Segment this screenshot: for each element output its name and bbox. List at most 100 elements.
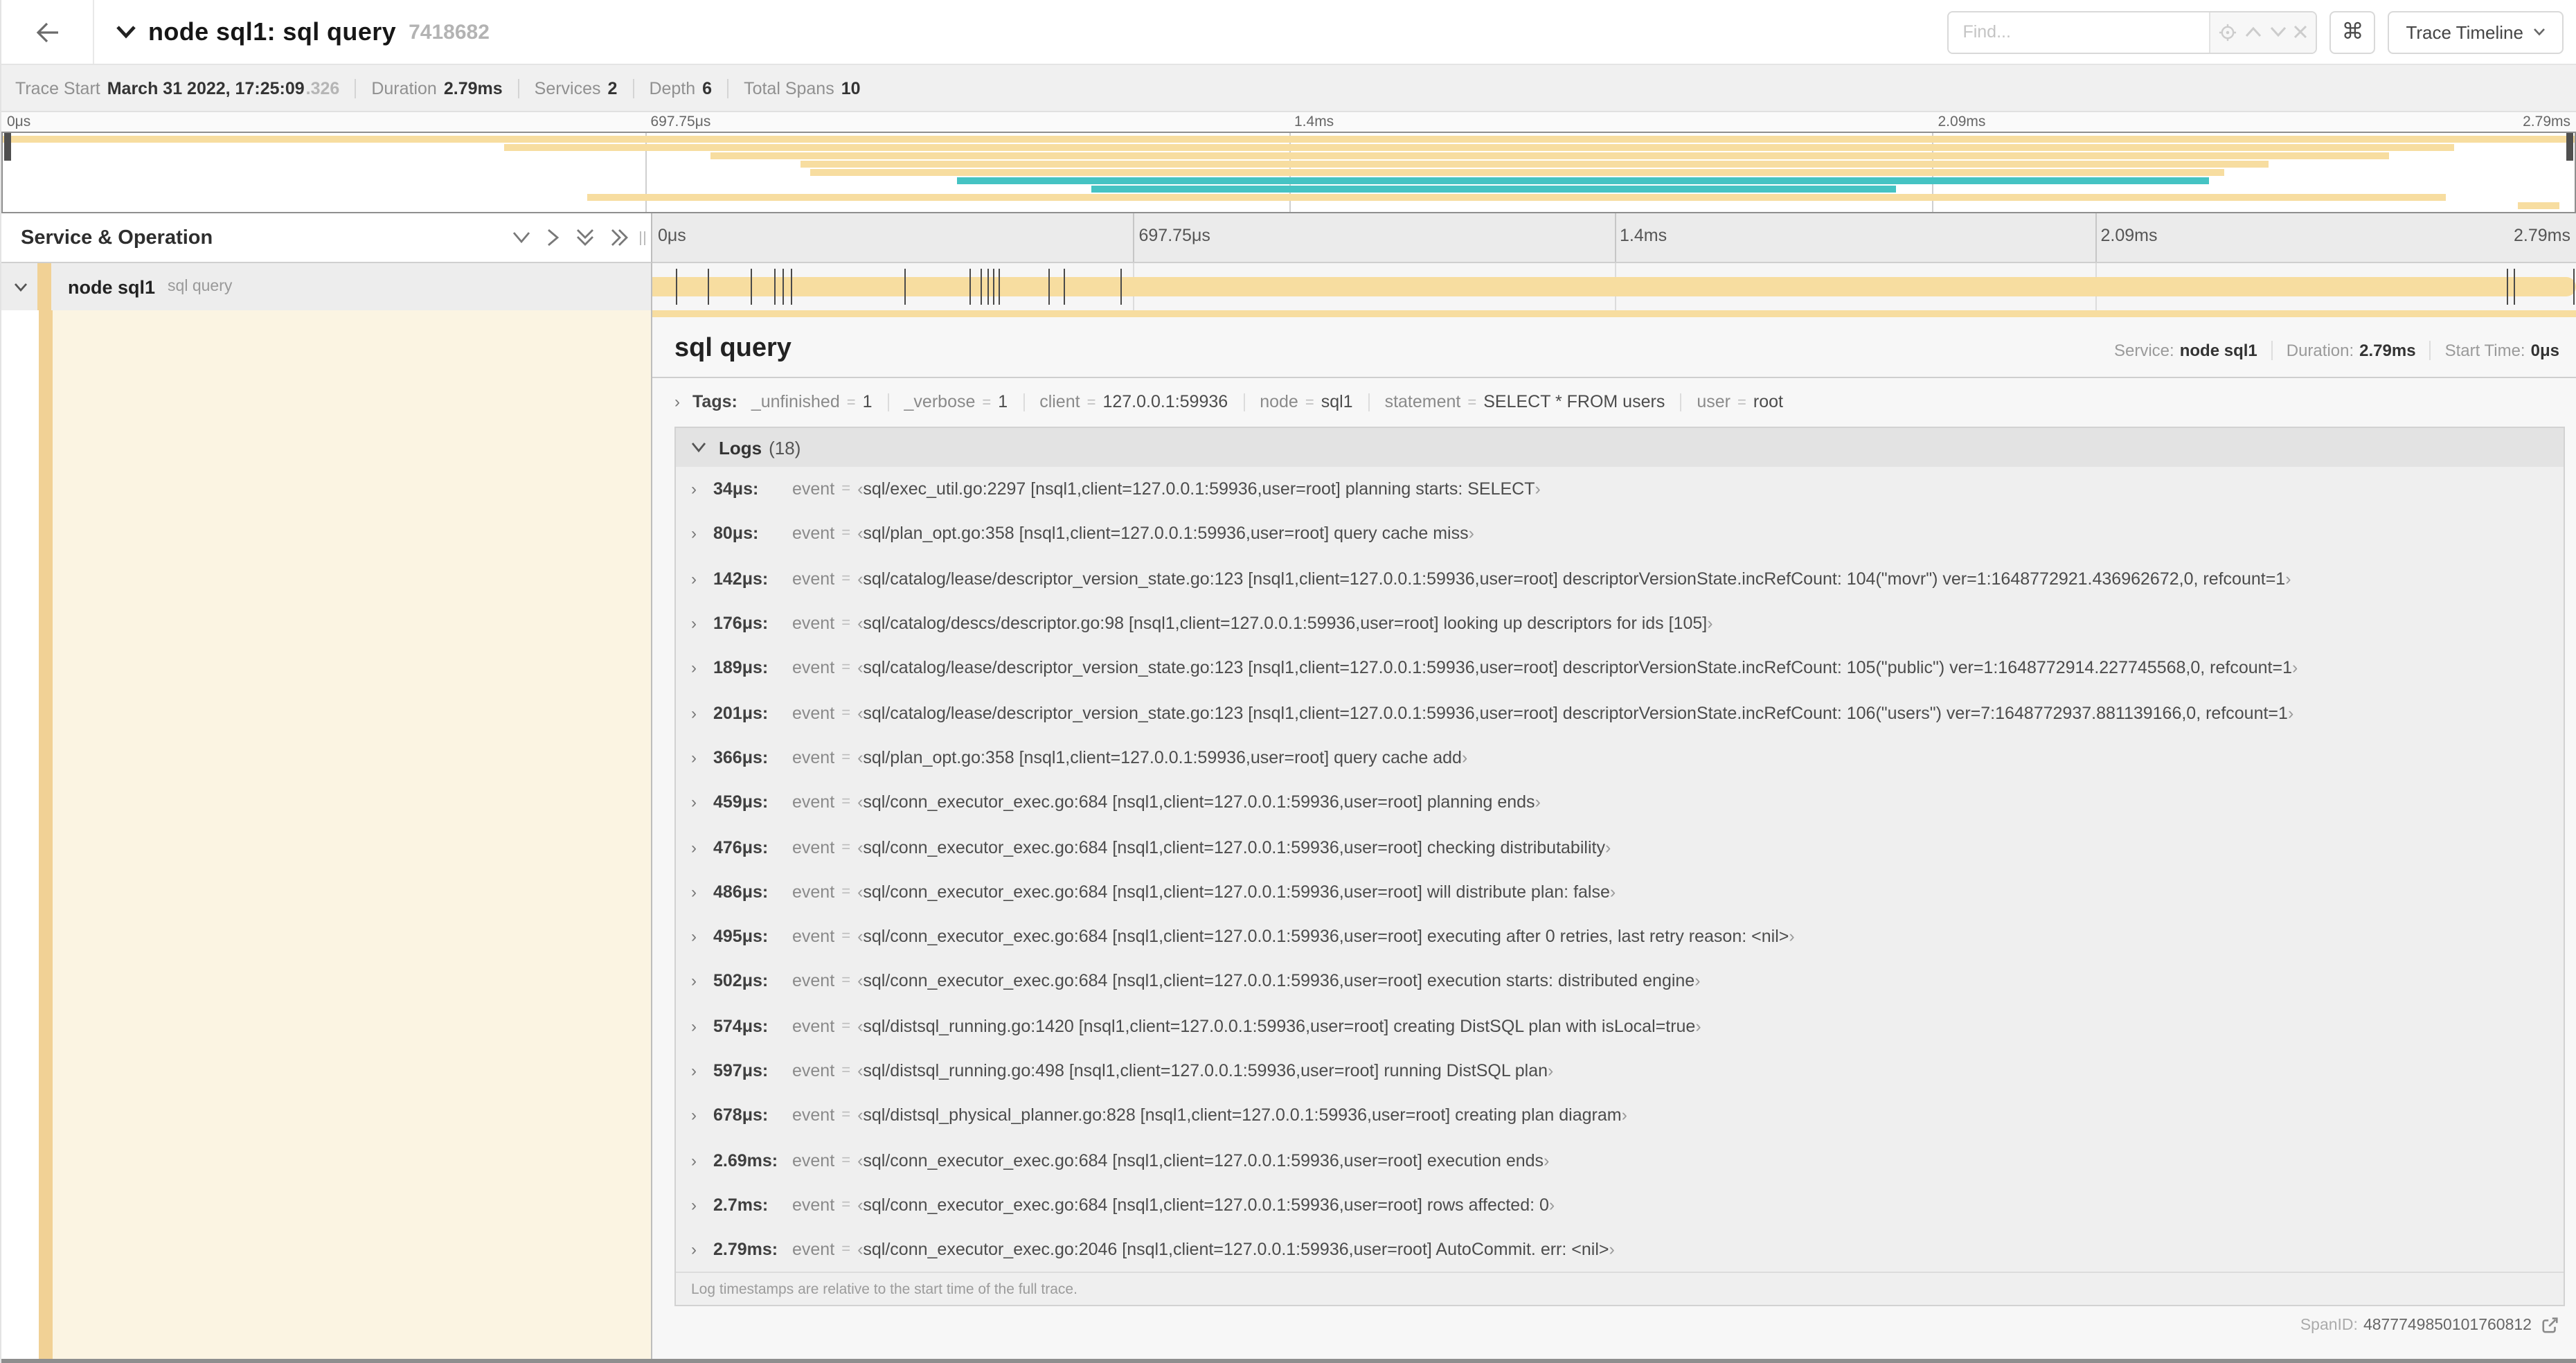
info-value: 10 bbox=[841, 78, 861, 98]
log-row[interactable]: › 80μs: event = ‹sql/plan_opt.go:358 [nsql1,… bbox=[676, 512, 2564, 557]
span-collapse-chevron-icon[interactable] bbox=[14, 282, 28, 292]
expand-caret-icon[interactable]: › bbox=[691, 1061, 713, 1080]
minimap-canvas[interactable] bbox=[1, 132, 2576, 213]
log-row[interactable]: › 597μs: event = ‹sql/distsql_running.go:498… bbox=[676, 1049, 2564, 1094]
find-input[interactable] bbox=[1949, 12, 2210, 52]
log-row[interactable]: › 2.69ms: event = ‹sql/conn_executor_exec.go… bbox=[676, 1138, 2564, 1183]
expand-all-icon[interactable] bbox=[611, 229, 629, 247]
separator bbox=[1680, 393, 1682, 411]
log-timestamp: 34μs: bbox=[713, 479, 759, 499]
log-field-key: event bbox=[792, 971, 835, 991]
expand-caret-icon[interactable]: › bbox=[691, 1016, 713, 1035]
span-id-label: SpanID: bbox=[2300, 1317, 2358, 1334]
column-splitter[interactable] bbox=[640, 231, 645, 245]
log-row[interactable]: › 176μs: event = ‹sql/catalog/descs/descript… bbox=[676, 601, 2564, 646]
log-row[interactable]: › 189μs: event = ‹sql/catalog/lease/descript… bbox=[676, 645, 2564, 691]
equals-sign: = bbox=[841, 928, 851, 945]
log-field-key: event bbox=[792, 1150, 835, 1170]
log-row[interactable]: › 678μs: event = ‹sql/distsql_physical_plann… bbox=[676, 1093, 2564, 1138]
expand-caret-icon[interactable]: › bbox=[691, 659, 713, 678]
log-field-value: ‹sql/exec_util.go:2297 [nsql1,client=127… bbox=[857, 479, 1541, 499]
expand-caret-icon[interactable]: › bbox=[691, 1240, 713, 1259]
open-quote: ‹ bbox=[857, 792, 864, 812]
minimap-bars bbox=[3, 133, 2575, 212]
info-label: Total Spans bbox=[744, 78, 834, 98]
tags-items: _unfinished = 1 _verbose = 1 client = 127.0.0.1:… bbox=[751, 392, 1783, 411]
trace-collapse-chevron-icon[interactable] bbox=[116, 25, 136, 39]
open-quote: ‹ bbox=[857, 1195, 864, 1215]
trace-info-item: Trace Start March 31 2022, 17:25:09.326 bbox=[15, 78, 339, 98]
expand-caret-icon[interactable]: › bbox=[691, 524, 713, 544]
find-next-icon[interactable] bbox=[2269, 26, 2286, 37]
log-field-key: event bbox=[792, 614, 835, 634]
meta-label: Start Time: bbox=[2444, 341, 2525, 360]
trace-id: 7418682 bbox=[409, 20, 490, 44]
expand-caret-icon[interactable]: › bbox=[691, 569, 713, 588]
log-field-value: ‹sql/plan_opt.go:358 [nsql1,client=127.0… bbox=[857, 524, 1474, 544]
equals-sign: = bbox=[841, 525, 851, 542]
log-row[interactable]: › 502μs: event = ‹sql/conn_executor_exec.go:… bbox=[676, 959, 2564, 1004]
minimap-span-bar bbox=[504, 143, 2454, 152]
tags-expand-caret-icon[interactable]: › bbox=[674, 392, 680, 411]
minimap-right-drag-handle[interactable] bbox=[2566, 133, 2573, 161]
expand-one-icon[interactable] bbox=[547, 229, 560, 247]
minimap-left-drag-handle[interactable] bbox=[4, 133, 11, 161]
span-id-value: 4877749850101760812 bbox=[2363, 1317, 2532, 1334]
log-row[interactable]: › 476μs: event = ‹sql/conn_executor_exec.go:… bbox=[676, 825, 2564, 870]
log-row[interactable]: › 2.7ms: event = ‹sql/conn_executor_exec.go:… bbox=[676, 1183, 2564, 1228]
expand-caret-icon[interactable]: › bbox=[691, 837, 713, 857]
log-row[interactable]: › 2.79ms: event = ‹sql/conn_executor_exec.go… bbox=[676, 1227, 2564, 1272]
logs-count: (18) bbox=[769, 437, 801, 458]
log-row[interactable]: › 201μs: event = ‹sql/catalog/lease/descript… bbox=[676, 691, 2564, 736]
link-icon[interactable] bbox=[2541, 1317, 2559, 1335]
expand-caret-icon[interactable]: › bbox=[691, 1106, 713, 1125]
separator bbox=[2429, 341, 2431, 360]
log-row[interactable]: › 574μs: event = ‹sql/distsql_running.go:142… bbox=[676, 1004, 2564, 1049]
log-field-value: ‹sql/distsql_running.go:498 [nsql1,clien… bbox=[857, 1061, 1554, 1080]
find-clear-icon[interactable] bbox=[2294, 25, 2308, 39]
logs-title: Logs bbox=[719, 437, 762, 458]
log-field-value: ‹sql/conn_executor_exec.go:684 [nsql1,cl… bbox=[857, 927, 1795, 947]
span-row-timeline-cell[interactable] bbox=[652, 263, 2576, 310]
expand-caret-icon[interactable]: › bbox=[691, 972, 713, 991]
log-row[interactable]: › 142μs: event = ‹sql/catalog/lease/descript… bbox=[676, 556, 2564, 601]
log-timestamp: 459μs: bbox=[713, 792, 769, 812]
expand-caret-icon[interactable]: › bbox=[691, 927, 713, 946]
view-selector-button[interactable]: Trace Timeline bbox=[2388, 10, 2564, 53]
tags-row[interactable]: › Tags: _unfinished = 1 _verbose = 1 client = 12… bbox=[652, 378, 2576, 424]
log-field-value: ‹sql/conn_executor_exec.go:684 [nsql1,cl… bbox=[857, 837, 1611, 857]
log-field-key: event bbox=[792, 479, 835, 499]
collapse-all-icon[interactable] bbox=[576, 229, 594, 247]
expand-caret-icon[interactable]: › bbox=[691, 748, 713, 767]
collapse-one-icon[interactable] bbox=[512, 231, 530, 244]
keyboard-shortcuts-button[interactable]: ⌘ bbox=[2329, 10, 2376, 53]
log-timestamp: 574μs: bbox=[713, 1016, 769, 1036]
log-row[interactable]: › 366μs: event = ‹sql/plan_opt.go:358 [nsql1… bbox=[676, 736, 2564, 781]
back-button[interactable] bbox=[1, 0, 94, 64]
log-row[interactable]: › 495μs: event = ‹sql/conn_executor_exec.go:… bbox=[676, 914, 2564, 959]
expand-caret-icon[interactable]: › bbox=[691, 1150, 713, 1170]
locate-icon[interactable] bbox=[2219, 23, 2237, 41]
expand-caret-icon[interactable]: › bbox=[691, 703, 713, 722]
detail-left-fill bbox=[53, 310, 651, 1359]
open-quote: ‹ bbox=[857, 882, 864, 902]
span-row-name-cell[interactable]: node sql1 sql query bbox=[1, 263, 652, 310]
find-prev-icon[interactable] bbox=[2245, 26, 2262, 37]
log-field-key: event bbox=[792, 837, 835, 857]
tag-item: _verbose = 1 bbox=[904, 392, 1008, 411]
expand-caret-icon[interactable]: › bbox=[691, 1195, 713, 1215]
log-row[interactable]: › 459μs: event = ‹sql/conn_executor_exec.go:… bbox=[676, 780, 2564, 825]
logs-header[interactable]: Logs (18) bbox=[676, 428, 2564, 467]
log-row[interactable]: › 486μs: event = ‹sql/conn_executor_exec.go:… bbox=[676, 869, 2564, 914]
log-row[interactable]: › 34μs: event = ‹sql/exec_util.go:2297 [nsql… bbox=[676, 467, 2564, 512]
expand-caret-icon[interactable]: › bbox=[691, 882, 713, 902]
expand-caret-icon[interactable]: › bbox=[691, 479, 713, 499]
close-quote: › bbox=[2287, 703, 2294, 723]
open-quote: ‹ bbox=[857, 837, 864, 857]
expand-caret-icon[interactable]: › bbox=[691, 614, 713, 633]
logs-collapse-caret-icon[interactable] bbox=[691, 442, 706, 453]
expand-caret-icon[interactable]: › bbox=[691, 792, 713, 812]
separator bbox=[1023, 393, 1025, 411]
minimap-span-bar bbox=[710, 152, 2390, 160]
span-duration-bar[interactable] bbox=[652, 277, 2576, 296]
